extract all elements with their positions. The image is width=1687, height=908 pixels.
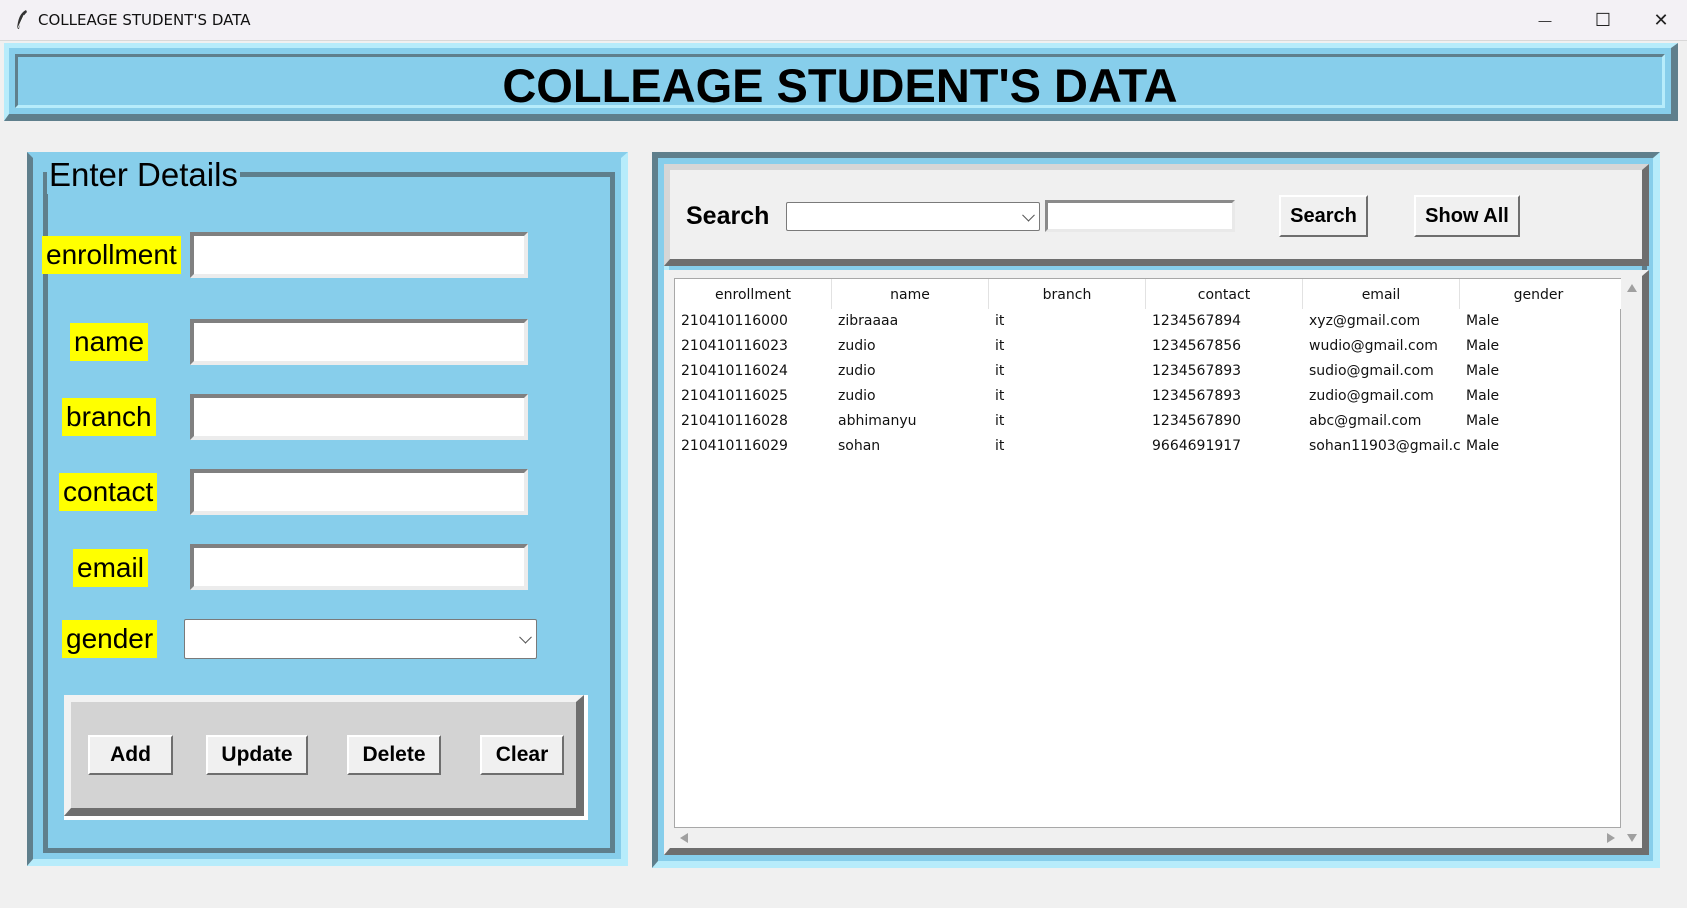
cell-name: zibraaaa — [838, 313, 899, 329]
clear-button[interactable]: Clear — [480, 735, 564, 775]
update-button[interactable]: Update — [206, 735, 308, 775]
cell-enrollment: 210410116028 — [681, 413, 788, 429]
cell-gender: Male — [1466, 338, 1500, 354]
cell-email: xyz@gmail.com — [1309, 313, 1421, 329]
enrollment-label: enrollment — [42, 236, 181, 274]
search-label: Search — [686, 202, 770, 230]
table-header: enrollment name branch contact email gen… — [675, 279, 1621, 309]
cell-enrollment: 210410116023 — [681, 338, 788, 354]
enrollment-input[interactable] — [190, 232, 528, 278]
panel-title: Enter Details — [47, 156, 240, 194]
contact-label: contact — [59, 473, 158, 511]
search-by-select[interactable] — [786, 202, 1040, 231]
search-input[interactable] — [1045, 200, 1235, 232]
cell-enrollment: 210410116024 — [681, 363, 788, 379]
table-row[interactable]: 210410116000 zibraaaa it 1234567894 xyz@… — [675, 309, 1621, 334]
window-title: COLLEAGE STUDENT'S DATA — [38, 11, 251, 29]
column-header-branch[interactable]: branch — [989, 279, 1146, 309]
cell-enrollment: 210410116000 — [681, 313, 788, 329]
cell-contact: 1234567894 — [1152, 313, 1242, 329]
cell-branch: it — [995, 338, 1005, 354]
minimize-button[interactable]: — — [1516, 0, 1574, 40]
cell-email: wudio@gmail.com — [1309, 338, 1438, 354]
cell-email: abc@gmail.com — [1309, 413, 1422, 429]
cell-name: zudio — [838, 388, 876, 404]
page-title: COLLEAGE STUDENT'S DATA — [502, 59, 1178, 112]
branch-input[interactable] — [190, 394, 528, 440]
delete-button[interactable]: Delete — [347, 735, 441, 775]
close-button[interactable]: ✕ — [1632, 0, 1687, 40]
window-title-bar: COLLEAGE STUDENT'S DATA — ☐ ✕ — [0, 0, 1687, 41]
table-row[interactable]: 210410116029 sohan it 9664691917 sohan11… — [675, 434, 1621, 459]
cell-gender: Male — [1466, 438, 1500, 454]
cell-email: zudio@gmail.com — [1309, 388, 1434, 404]
scroll-down-icon[interactable] — [1627, 834, 1637, 842]
branch-label: branch — [62, 398, 156, 436]
email-input[interactable] — [190, 544, 528, 590]
cell-contact: 9664691917 — [1152, 438, 1242, 454]
table-row[interactable]: 210410116024 zudio it 1234567893 sudio@g… — [675, 359, 1621, 384]
cell-email: sohan11903@gmail.co — [1309, 438, 1460, 454]
cell-gender: Male — [1466, 413, 1500, 429]
cell-enrollment: 210410116029 — [681, 438, 788, 454]
minimize-icon: — — [1538, 12, 1552, 28]
app-header: COLLEAGE STUDENT'S DATA — [4, 43, 1678, 121]
cell-gender: Male — [1466, 313, 1500, 329]
cell-contact: 1234567890 — [1152, 413, 1242, 429]
table-row[interactable]: 210410116028 abhimanyu it 1234567890 abc… — [675, 409, 1621, 434]
cell-name: sohan — [838, 438, 881, 454]
table-row[interactable]: 210410116025 zudio it 1234567893 zudio@g… — [675, 384, 1621, 409]
chevron-down-icon — [519, 630, 532, 644]
cell-branch: it — [995, 388, 1005, 404]
column-header-gender[interactable]: gender — [1460, 279, 1617, 309]
horizontal-scrollbar[interactable] — [674, 828, 1621, 848]
cell-name: zudio — [838, 363, 876, 379]
cell-contact: 1234567856 — [1152, 338, 1242, 354]
cell-branch: it — [995, 313, 1005, 329]
cell-gender: Male — [1466, 388, 1500, 404]
scroll-up-icon[interactable] — [1627, 284, 1637, 292]
column-header-enrollment[interactable]: enrollment — [675, 279, 832, 309]
gender-select[interactable] — [184, 619, 537, 659]
cell-name: zudio — [838, 338, 876, 354]
scroll-left-icon[interactable] — [680, 833, 688, 843]
cell-branch: it — [995, 363, 1005, 379]
cell-contact: 1234567893 — [1152, 388, 1242, 404]
vertical-scrollbar[interactable] — [1622, 278, 1642, 848]
cell-branch: it — [995, 413, 1005, 429]
chevron-down-icon — [1022, 208, 1035, 222]
maximize-button[interactable]: ☐ — [1574, 0, 1632, 40]
cell-email: sudio@gmail.com — [1309, 363, 1434, 379]
scroll-right-icon[interactable] — [1607, 833, 1615, 843]
cell-name: abhimanyu — [838, 413, 917, 429]
cell-branch: it — [995, 438, 1005, 454]
cell-gender: Male — [1466, 363, 1500, 379]
student-table[interactable]: enrollment name branch contact email gen… — [674, 278, 1621, 828]
search-button[interactable]: Search — [1279, 195, 1368, 237]
name-label: name — [70, 323, 149, 361]
contact-input[interactable] — [190, 469, 528, 515]
column-header-email[interactable]: email — [1303, 279, 1460, 309]
feather-icon — [16, 10, 27, 31]
add-button[interactable]: Add — [88, 735, 173, 775]
gender-label: gender — [62, 620, 158, 658]
column-header-contact[interactable]: contact — [1146, 279, 1303, 309]
email-label: email — [73, 549, 148, 587]
cell-enrollment: 210410116025 — [681, 388, 788, 404]
maximize-icon: ☐ — [1594, 9, 1612, 30]
cell-contact: 1234567893 — [1152, 363, 1242, 379]
show-all-button[interactable]: Show All — [1414, 195, 1520, 237]
name-input[interactable] — [190, 319, 528, 365]
table-row[interactable]: 210410116023 zudio it 1234567856 wudio@g… — [675, 334, 1621, 359]
column-header-name[interactable]: name — [832, 279, 989, 309]
close-icon: ✕ — [1653, 9, 1669, 30]
